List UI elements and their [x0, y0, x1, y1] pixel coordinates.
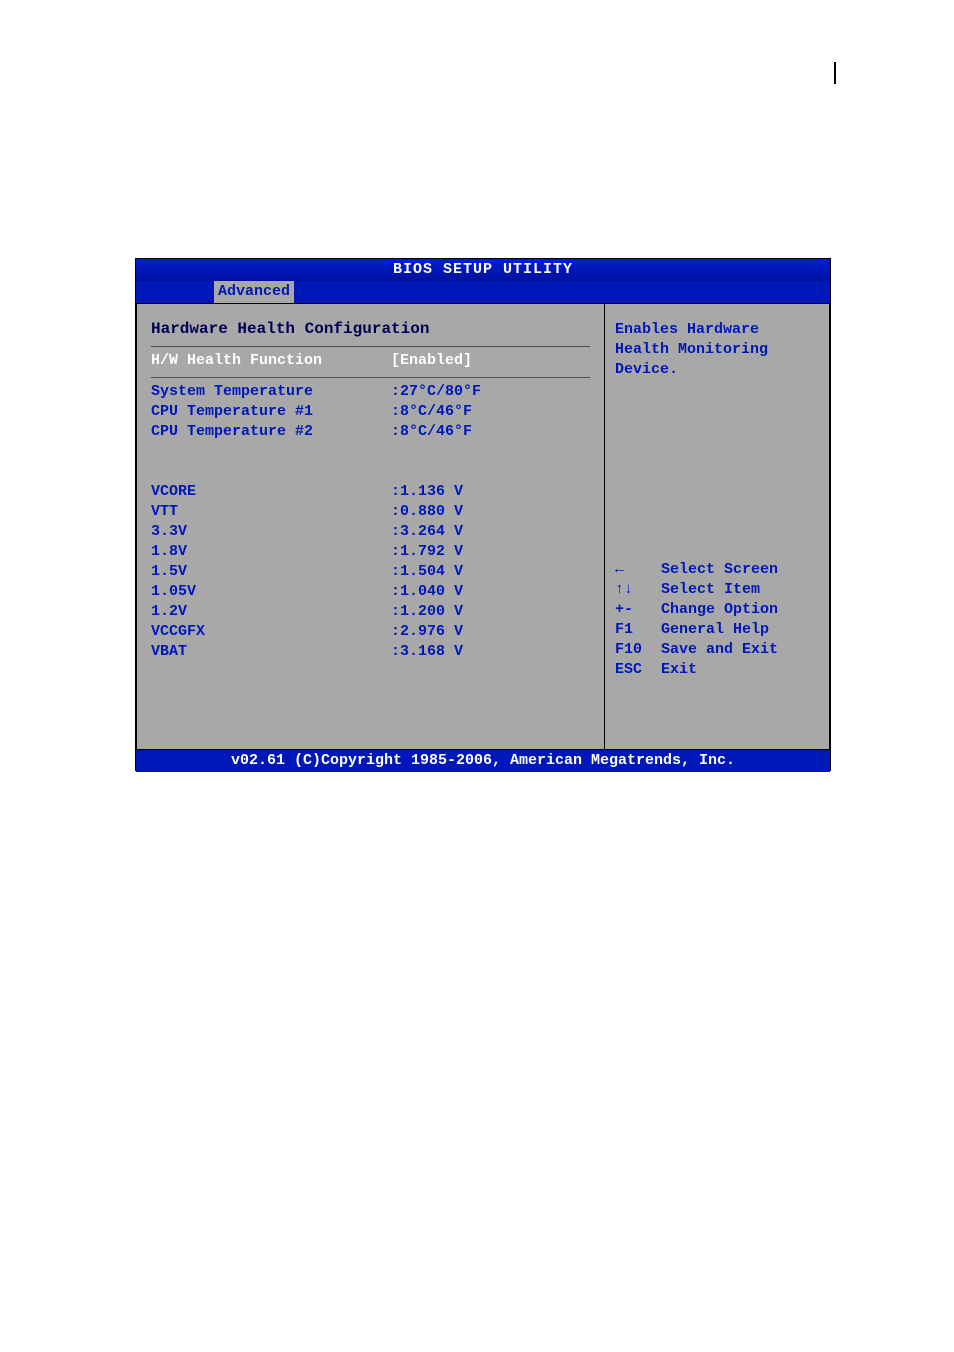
readout-value: :27°C/80°F	[391, 382, 590, 402]
help-panel: Enables Hardware Health Monitoring Devic…	[604, 303, 830, 750]
3v3-row: 3.3V :3.264 V	[151, 522, 590, 542]
readout-label: 1.2V	[151, 602, 391, 622]
help-line: Device.	[615, 360, 819, 380]
readout-label: 1.5V	[151, 562, 391, 582]
nav-save-exit: F10 Save and Exit	[615, 640, 819, 660]
readout-value: :1.040 V	[391, 582, 590, 602]
divider	[151, 346, 590, 347]
footer-copyright: v02.61 (C)Copyright 1985-2006, American …	[136, 750, 830, 772]
setting-label: H/W Health Function	[151, 351, 391, 371]
readout-value: :1.200 V	[391, 602, 590, 622]
readout-value: :8°C/46°F	[391, 402, 590, 422]
1v8-row: 1.8V :1.792 V	[151, 542, 590, 562]
readout-value: :0.880 V	[391, 502, 590, 522]
nav-select-item: ↑↓ Select Item	[615, 580, 819, 600]
left-arrow-icon: ←	[615, 560, 661, 580]
readout-value: :1.136 V	[391, 482, 590, 502]
readout-value: :1.504 V	[391, 562, 590, 582]
plus-minus-icon: +-	[615, 600, 661, 620]
readout-label: System Temperature	[151, 382, 391, 402]
1v2-row: 1.2V :1.200 V	[151, 602, 590, 622]
nav-general-help: F1 General Help	[615, 620, 819, 640]
readout-label: VBAT	[151, 642, 391, 662]
vtt-row: VTT :0.880 V	[151, 502, 590, 522]
readout-label: 1.05V	[151, 582, 391, 602]
vccgfx-row: VCCGFX :2.976 V	[151, 622, 590, 642]
nav-change-option: +- Change Option	[615, 600, 819, 620]
section-title: Hardware Health Configuration	[151, 320, 590, 338]
readout-label: 1.8V	[151, 542, 391, 562]
setting-value[interactable]: [Enabled]	[391, 351, 590, 371]
nav-action: Select Screen	[661, 560, 778, 580]
divider	[151, 377, 590, 378]
f1-key: F1	[615, 620, 661, 640]
readout-label: 3.3V	[151, 522, 391, 542]
readout-value: :8°C/46°F	[391, 422, 590, 442]
readout-label: VCCGFX	[151, 622, 391, 642]
help-line: Enables Hardware	[615, 320, 819, 340]
nav-action: Change Option	[661, 600, 778, 620]
1v5-row: 1.5V :1.504 V	[151, 562, 590, 582]
nav-exit: ESC Exit	[615, 660, 819, 680]
1v05-row: 1.05V :1.040 V	[151, 582, 590, 602]
cpu-temperature-2-row: CPU Temperature #2 :8°C/46°F	[151, 422, 590, 442]
window-title: BIOS SETUP UTILITY	[136, 259, 830, 281]
readout-value: :3.264 V	[391, 522, 590, 542]
hw-health-function-row[interactable]: H/W Health Function [Enabled]	[151, 351, 590, 371]
readout-value: :2.976 V	[391, 622, 590, 642]
readout-label: CPU Temperature #2	[151, 422, 391, 442]
nav-select-screen: ← Select Screen	[615, 560, 819, 580]
vbat-row: VBAT :3.168 V	[151, 642, 590, 662]
readout-label: CPU Temperature #1	[151, 402, 391, 422]
readout-value: :1.792 V	[391, 542, 590, 562]
cpu-temperature-1-row: CPU Temperature #1 :8°C/46°F	[151, 402, 590, 422]
vcore-row: VCORE :1.136 V	[151, 482, 590, 502]
readout-label: VTT	[151, 502, 391, 522]
tab-advanced[interactable]: Advanced	[214, 281, 294, 303]
help-text: Enables Hardware Health Monitoring Devic…	[615, 320, 819, 380]
bios-setup-window: BIOS SETUP UTILITY Advanced Hardware Hea…	[135, 258, 831, 771]
readout-value: :3.168 V	[391, 642, 590, 662]
nav-action: Save and Exit	[661, 640, 778, 660]
navigation-help: ← Select Screen ↑↓ Select Item +- Change…	[615, 560, 819, 680]
tab-bar: Advanced	[136, 281, 830, 303]
text-cursor	[834, 62, 836, 84]
spacer	[151, 442, 590, 482]
nav-action: General Help	[661, 620, 769, 640]
main-panel: Hardware Health Configuration H/W Health…	[136, 303, 604, 750]
readout-label: VCORE	[151, 482, 391, 502]
system-temperature-row: System Temperature :27°C/80°F	[151, 382, 590, 402]
content-area: Hardware Health Configuration H/W Health…	[136, 303, 830, 750]
help-line: Health Monitoring	[615, 340, 819, 360]
updown-arrow-icon: ↑↓	[615, 580, 661, 600]
nav-action: Select Item	[661, 580, 760, 600]
f10-key: F10	[615, 640, 661, 660]
nav-action: Exit	[661, 660, 697, 680]
esc-key: ESC	[615, 660, 661, 680]
